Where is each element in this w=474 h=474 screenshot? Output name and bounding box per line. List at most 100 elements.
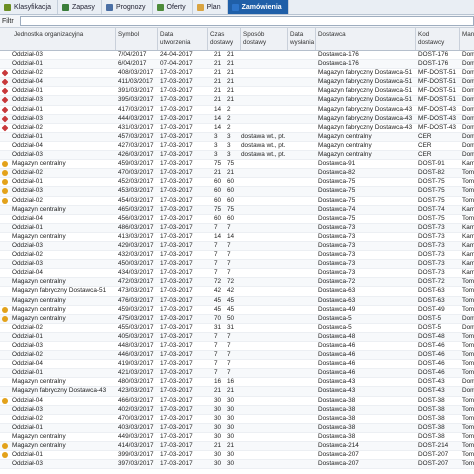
column-header[interactable]: Data utworzenia [158, 28, 208, 50]
delivery-method-cell [239, 124, 286, 132]
manager-cell: Tom [462, 442, 474, 450]
table-row[interactable]: Magazyn centralny 413/03/2017 17-03-2017 14… [0, 233, 474, 242]
table-row[interactable]: Oddział-04 456/03/2017 17-03-2017 60 60 Dosta… [0, 215, 474, 224]
table-row[interactable]: Oddział-01 452/03/2017 17-03-2017 60 60 Dosta… [0, 178, 474, 188]
table-row[interactable]: Magazyn centralny 459/03/2017 17-03-2017 75… [0, 160, 474, 170]
tab-label: Plan [206, 3, 221, 11]
supplier-code-cell: DOST-75 [418, 178, 445, 186]
table-row[interactable]: Magazyn centralny 476/03/2017 17-03-2017 45… [0, 296, 474, 306]
table-row[interactable]: Oddział-01 6/04/2017 07-04-2017 21 21 Dostawc… [0, 60, 474, 70]
supplier-code-cell: CER [418, 141, 432, 149]
table-row[interactable]: Oddział-03 453/03/2017 17-03-2017 60 60 Dosta… [0, 187, 474, 197]
table-row[interactable]: Oddział-01 421/03/2017 17-03-2017 7 7 Dostawc… [0, 369, 474, 379]
delivery-time-cell: 30 [227, 405, 235, 413]
supplier-cell: Dostawca-72 [318, 278, 356, 286]
table-row[interactable]: Magazyn centralny 449/03/2017 17-03-2017 30… [0, 433, 474, 443]
table-row[interactable]: Oddział-03 450/03/2017 17-03-2017 7 7 Dostawc… [0, 260, 474, 270]
table-row[interactable]: Oddział-04 419/03/2017 17-03-2017 7 7 Dostawc… [0, 360, 474, 370]
delivery-time-cell: 45 [227, 296, 235, 304]
supplier-cell: Dostawca-46 [318, 360, 356, 368]
supplier-cell: Dostawca-214 [318, 442, 359, 450]
manager-cell: Tom [462, 278, 474, 286]
table-row[interactable]: Oddział-02 454/03/2017 17-03-2017 60 60 Dosta… [0, 197, 474, 206]
supplier-cell: Dostawca-38 [318, 396, 356, 404]
table-row[interactable]: Magazyn fabryczny Dostawca-51 473/03/2017… [0, 287, 474, 297]
column-header[interactable]: Man [460, 28, 474, 50]
org-unit-cell: Oddział-04 [12, 214, 43, 222]
table-row[interactable]: Oddział-02 408/03/2017 17-03-2017 21 21 Magaz… [0, 69, 474, 79]
column-header[interactable]: Data wysłania [288, 28, 316, 50]
created-date-cell: 17-03-2017 [160, 196, 193, 204]
supplier-cell: Dostawca-74 [318, 205, 356, 213]
delivery-time-cell: 21 [227, 51, 235, 58]
table-row[interactable]: Oddział-04 411/03/2017 17-03-2017 21 21 Magaz… [0, 78, 474, 88]
delivery-method-cell [239, 215, 286, 223]
delivery-time-cell: 21 [227, 87, 235, 95]
column-header[interactable]: Symbol [116, 28, 158, 50]
manager-cell: Kam [462, 251, 474, 259]
tab-offers[interactable]: Oferty [153, 0, 193, 14]
table-row[interactable]: Magazyn centralny 465/03/2017 17-03-2017 75… [0, 205, 474, 215]
table-row[interactable]: Oddział-04 427/03/2017 17-03-2017 3 3 dostawa… [0, 141, 474, 152]
tab-plan[interactable]: Plan [193, 0, 228, 14]
table-row[interactable]: Oddział-03 448/03/2017 17-03-2017 7 7 Dostawc… [0, 342, 474, 352]
table-row[interactable]: Magazyn fabryczny Dostawca-43 423/03/2017… [0, 387, 474, 397]
supplier-cell: Dostawca-49 [318, 305, 356, 313]
table-row[interactable]: Magazyn centralny 480/03/2017 17-03-2017 16… [0, 378, 474, 388]
org-unit-cell: Magazyn centralny [12, 378, 66, 386]
table-row[interactable]: Oddział-01 399/03/2017 17-03-2017 30 30 Dosta… [0, 451, 474, 461]
table-row[interactable]: Magazyn centralny 459/03/2017 17-03-2017 45… [0, 306, 474, 315]
symbol-cell: 7/04/2017 [118, 51, 147, 58]
column-header[interactable]: Czas dostawy [208, 28, 241, 50]
table-row[interactable]: Oddział-03 402/03/2017 17-03-2017 30 30 Dosta… [0, 405, 474, 415]
supplier-cell: Dostawca-38 [318, 414, 356, 422]
delivery-time-cell: 3 [227, 132, 231, 140]
delivery-time-cell: 45 [227, 305, 235, 313]
table-row[interactable]: Oddział-03 426/03/2017 17-03-2017 3 3 dostawa… [0, 151, 474, 161]
table-row[interactable]: Oddział-02 431/03/2017 17-03-2017 14 2 Magazy… [0, 124, 474, 133]
table-row[interactable]: Oddział-01 417/03/2017 17-03-2017 14 2 Magazy… [0, 106, 474, 115]
table-row[interactable]: Oddział-03 444/03/2017 17-03-2017 14 2 Magazy… [0, 114, 474, 124]
table-row[interactable]: Oddział-02 455/03/2017 17-03-2017 31 31 Dosta… [0, 324, 474, 333]
tab-forecast[interactable]: Prognozy [102, 0, 153, 14]
table-row[interactable]: Magazyn centralny 472/03/2017 17-03-2017 72… [0, 278, 474, 288]
plan-icon [196, 3, 204, 11]
sent-date-cell [288, 360, 316, 368]
table-row[interactable]: Oddział-02 470/03/2017 17-03-2017 30 30 Dosta… [0, 415, 474, 424]
created-date-cell: 17-03-2017 [160, 442, 193, 450]
column-header[interactable]: Dostawca [316, 28, 416, 50]
table-row[interactable]: Oddział-01 391/03/2017 17-03-2017 21 21 Magaz… [0, 87, 474, 97]
tab-stock[interactable]: Zapasy [58, 0, 102, 14]
table-row[interactable]: Oddział-03 429/03/2017 17-03-2017 7 7 Dostawc… [0, 241, 474, 252]
table-row[interactable]: Oddział-01 457/03/2017 17-03-2017 3 3 dostawa… [0, 132, 474, 142]
alert-icon [1, 69, 9, 77]
tab-orders[interactable]: Zamówienia [227, 0, 289, 14]
table-row[interactable]: Oddział-02 470/03/2017 17-03-2017 21 21 Dosta… [0, 169, 474, 179]
column-header[interactable]: Sposób dostawy [241, 28, 288, 50]
filter-input[interactable] [20, 16, 474, 26]
table-row[interactable]: Oddział-03 395/03/2017 17-03-2017 21 21 Magaz… [0, 96, 474, 106]
symbol-cell: 480/03/2017 [118, 378, 154, 386]
table-row[interactable]: Oddział-04 466/03/2017 17-03-2017 30 30 Dosta… [0, 397, 474, 406]
org-unit-cell: Magazyn fabryczny Dostawca-51 [12, 287, 107, 295]
tab-classification[interactable]: Klasyfikacja [0, 0, 58, 14]
table-row[interactable]: Oddział-01 403/03/2017 17-03-2017 30 30 Dosta… [0, 423, 474, 433]
table-row[interactable]: Oddział-01 486/03/2017 17-03-2017 7 7 Dostawc… [0, 223, 474, 233]
column-header[interactable]: Kod dostawcy [416, 28, 460, 50]
delivery-time-cell: 60 [214, 214, 222, 222]
table-row[interactable]: Oddział-01 405/03/2017 17-03-2017 7 7 Dostawc… [0, 332, 474, 342]
delivery-time-cell: 3 [227, 141, 231, 149]
table-row[interactable]: Oddział-02 432/03/2017 17-03-2017 7 7 Dostawc… [0, 251, 474, 261]
delivery-time-cell: 72 [214, 278, 222, 286]
table-row[interactable]: Magazyn centralny 414/03/2017 17-03-2017 21… [0, 442, 474, 452]
sent-date-cell [288, 251, 316, 259]
table-row[interactable]: Magazyn centralny 475/03/2017 17-03-2017 70… [0, 314, 474, 324]
supplier-code-cell: DOST-176 [418, 60, 449, 68]
table-row[interactable]: Oddział-03 7/04/2017 24-04-2017 21 21 Dostawc… [0, 51, 474, 61]
table-row[interactable]: Oddział-04 434/03/2017 17-03-2017 7 7 Dostawc… [0, 269, 474, 279]
delivery-time-cell: 21 [214, 60, 222, 68]
table-row[interactable]: Oddział-02 446/03/2017 17-03-2017 7 7 Dostawc… [0, 351, 474, 361]
column-header[interactable]: Jednostka organizacyjna [0, 28, 116, 50]
table-row[interactable]: Oddział-03 397/03/2017 17-03-2017 30 30 Dosta… [0, 460, 474, 470]
symbol-cell: 411/03/2017 [118, 78, 154, 86]
